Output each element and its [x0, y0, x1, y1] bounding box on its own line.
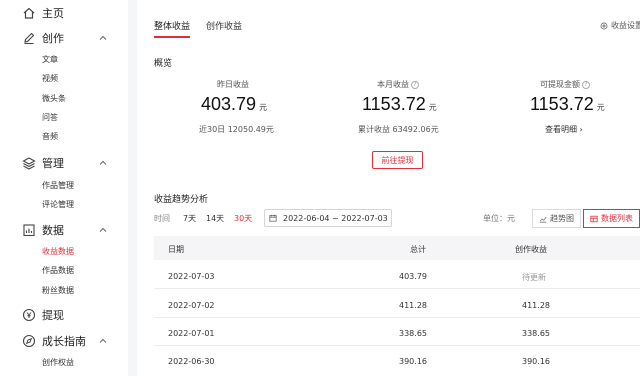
withdrawable-label: 可提现金额 [540, 80, 580, 89]
row-divider [154, 317, 640, 318]
table-cell-date: 2022-07-03 [168, 272, 215, 281]
tab-overall-income[interactable]: 整体收益 [154, 19, 190, 32]
go-withdraw-button[interactable]: 前往提现 [372, 151, 423, 169]
sidebar-item-works-manage[interactable]: 作品管理 [42, 180, 74, 191]
help-icon[interactable]: ? [582, 80, 590, 89]
row-divider [154, 345, 640, 346]
nav-withdraw[interactable]: 提现 [0, 305, 128, 325]
table-cell-creation-income: 待更新 [522, 273, 546, 282]
sidebar-item-audio[interactable]: 音频 [42, 131, 58, 142]
sidebar-item-micro-post[interactable]: 微头条 [42, 93, 66, 104]
active-tab-indicator [154, 36, 190, 38]
yesterday-income-value: 403.79 元 [201, 94, 267, 115]
nav-create[interactable]: 创作 [0, 28, 128, 48]
month-income-label-wrap: 本月收益? [377, 79, 419, 90]
trend-title: 收益趋势分析 [154, 195, 209, 205]
range-7-days[interactable]: 7天 [183, 213, 196, 224]
sidebar-item-article[interactable]: 文章 [42, 54, 58, 65]
month-income-amount: 1153.72 [362, 94, 426, 114]
column-header-creation-income: 创作收益 [515, 245, 547, 254]
data-list-button[interactable]: 数据列表 [583, 209, 640, 228]
nav-manage[interactable]: 管理 [0, 153, 128, 173]
table-cell-total: 411.28 [399, 301, 427, 310]
yesterday-income-amount: 403.79 [201, 94, 257, 114]
nav-home[interactable]: 主页 [0, 3, 128, 23]
sidebar-item-fans-data[interactable]: 粉丝数据 [42, 285, 74, 296]
cumulative-income: 累计收益 63492.06元 [358, 125, 439, 134]
month-income-label: 本月收益 [377, 80, 409, 89]
time-label: 时间 [154, 214, 170, 223]
table-cell-date: 2022-07-02 [168, 301, 215, 310]
range-14-days[interactable]: 14天 [206, 213, 224, 224]
nav-manage-label: 管理 [42, 157, 64, 170]
view-details-link[interactable]: 查看明细 › [545, 124, 583, 135]
table-cell-total: 338.65 [399, 329, 427, 338]
column-header-date: 日期 [168, 245, 184, 254]
withdrawable-unit: 元 [596, 103, 605, 112]
line-chart-icon [539, 216, 547, 223]
income-settings-label: 收益设置 [611, 21, 640, 30]
table-icon [590, 215, 598, 222]
table-cell-date: 2022-06-30 [168, 357, 215, 366]
edit-icon [24, 32, 35, 45]
nav-growth-label: 成长指南 [42, 335, 86, 348]
table-header [154, 236, 640, 260]
income-settings-link[interactable]: 收益设置 [600, 20, 640, 31]
month-income-unit: 元 [428, 103, 437, 112]
column-header-total: 总计 [410, 245, 426, 254]
yesterday-income-unit: 元 [259, 103, 268, 112]
nav-data-label: 数据 [42, 224, 64, 237]
row-divider [154, 288, 640, 289]
month-income-value: 1153.72 元 [362, 94, 437, 115]
sidebar-item-creator-rights[interactable]: 创作权益 [42, 357, 74, 368]
table-cell-creation-income: 338.65 [522, 329, 550, 338]
table-cell-date: 2022-07-01 [168, 329, 215, 338]
table-cell-total: 390.16 [399, 357, 427, 366]
nav-data[interactable]: 数据 [0, 220, 128, 240]
nav-growth[interactable]: 成长指南 [0, 331, 128, 351]
nav-home-label: 主页 [42, 7, 64, 20]
help-icon[interactable]: ? [411, 80, 419, 89]
compass-icon [22, 334, 36, 348]
sidebar-item-qa[interactable]: 问答 [42, 112, 58, 123]
date-range-text: 2022-06-04 ~ 2022-07-03 [283, 213, 388, 223]
trend-chart-button[interactable]: 趋势图 [532, 209, 581, 228]
yesterday-income-label: 昨日收益 [217, 80, 249, 89]
range-30-days[interactable]: 30天 [234, 213, 252, 224]
withdrawable-label-wrap: 可提现金额? [540, 79, 590, 90]
sidebar: 主页 创作 文章 视频 微头条 问答 音频 管理 作品管理 评论管理 数据 收益… [0, 0, 128, 376]
withdrawable-amount: 1153.72 [530, 94, 594, 114]
chevron-up-icon [99, 227, 107, 232]
table-cell-creation-income: 390.16 [522, 357, 550, 366]
chart-doc-icon [23, 224, 35, 237]
withdrawable-value: 1153.72 元 [530, 94, 605, 115]
unit-label: 单位：元 [483, 214, 515, 223]
nav-create-label: 创作 [42, 32, 64, 45]
yuan-circle-icon [22, 308, 36, 322]
chevron-up-icon [99, 338, 107, 343]
last-30-days-income: 近30日 12050.49元 [199, 125, 274, 134]
calendar-icon [269, 214, 277, 222]
nav-withdraw-label: 提现 [42, 309, 64, 322]
main-panel: 整体收益 创作收益 收益设置 概览 昨日收益 403.79 元 近30日 1205… [137, 0, 640, 376]
data-list-label: 数据列表 [601, 214, 633, 223]
tab-creation-income[interactable]: 创作收益 [206, 19, 242, 32]
layers-icon [22, 157, 36, 170]
sidebar-item-video[interactable]: 视频 [42, 73, 58, 84]
home-icon [23, 7, 35, 19]
table-cell-creation-income: 411.28 [522, 301, 550, 310]
sidebar-item-comments-manage[interactable]: 评论管理 [42, 199, 74, 210]
sidebar-item-income-data[interactable]: 收益数据 [42, 246, 74, 257]
date-range-picker[interactable]: 2022-06-04 ~ 2022-07-03 [264, 209, 392, 227]
chevron-up-icon [99, 35, 107, 40]
sidebar-item-works-data[interactable]: 作品数据 [42, 265, 74, 276]
gear-icon [600, 22, 608, 29]
trend-chart-label: 趋势图 [550, 214, 574, 223]
overview-title: 概览 [154, 59, 173, 69]
table-cell-total: 403.79 [399, 272, 427, 281]
chevron-up-icon [99, 160, 107, 165]
